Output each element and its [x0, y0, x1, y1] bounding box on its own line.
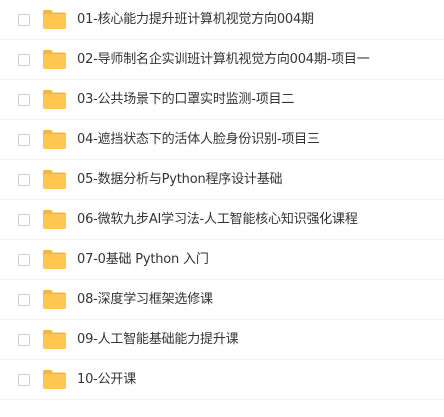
folder-name[interactable]: 10-公开课 — [77, 372, 136, 388]
folder-icon — [43, 250, 66, 269]
row-checkbox[interactable] — [18, 173, 30, 186]
row-checkbox[interactable] — [18, 373, 30, 386]
list-item[interactable]: 01-核心能力提升班计算机视觉方向004期 — [0, 0, 444, 40]
row-checkbox[interactable] — [18, 333, 30, 346]
row-checkbox[interactable] — [18, 293, 30, 306]
folder-name[interactable]: 01-核心能力提升班计算机视觉方向004期 — [77, 12, 314, 28]
list-item[interactable]: 06-微软九步AI学习法-人工智能核心知识强化课程 — [0, 200, 444, 240]
folder-icon — [43, 290, 66, 309]
folder-name[interactable]: 06-微软九步AI学习法-人工智能核心知识强化课程 — [77, 212, 358, 228]
list-item[interactable]: 04-遮挡状态下的活体人脸身份识别-项目三 — [0, 120, 444, 160]
row-checkbox[interactable] — [18, 93, 30, 106]
folder-icon — [43, 10, 66, 29]
folder-icon — [43, 170, 66, 189]
folder-name[interactable]: 04-遮挡状态下的活体人脸身份识别-项目三 — [77, 132, 320, 148]
row-checkbox[interactable] — [18, 253, 30, 266]
list-item[interactable]: 09-人工智能基础能力提升课 — [0, 320, 444, 360]
list-item[interactable]: 03-公共场景下的口罩实时监测-项目二 — [0, 80, 444, 120]
folder-icon — [43, 210, 66, 229]
row-checkbox[interactable] — [18, 133, 30, 146]
folder-icon — [43, 90, 66, 109]
row-checkbox[interactable] — [18, 13, 30, 26]
list-item[interactable]: 05-数据分析与Python程序设计基础 — [0, 160, 444, 200]
folder-name[interactable]: 07-0基础 Python 入门 — [77, 252, 209, 268]
list-item[interactable]: 02-导师制名企实训班计算机视觉方向004期-项目一 — [0, 40, 444, 80]
row-checkbox[interactable] — [18, 213, 30, 226]
folder-name[interactable]: 09-人工智能基础能力提升课 — [77, 332, 239, 348]
folder-name[interactable]: 02-导师制名企实训班计算机视觉方向004期-项目一 — [77, 52, 370, 68]
folder-icon — [43, 130, 66, 149]
list-item[interactable]: 07-0基础 Python 入门 — [0, 240, 444, 280]
folder-icon — [43, 370, 66, 389]
folder-name[interactable]: 03-公共场景下的口罩实时监测-项目二 — [77, 92, 294, 108]
list-item[interactable]: 08-深度学习框架选修课 — [0, 280, 444, 320]
folder-name[interactable]: 05-数据分析与Python程序设计基础 — [77, 172, 282, 188]
folder-icon — [43, 330, 66, 349]
folder-name[interactable]: 08-深度学习框架选修课 — [77, 292, 213, 308]
folder-icon — [43, 50, 66, 69]
folder-list: 01-核心能力提升班计算机视觉方向004期 02-导师制名企实训班计算机视觉方向… — [0, 0, 444, 417]
row-checkbox[interactable] — [18, 53, 30, 66]
list-item[interactable]: 10-公开课 — [0, 360, 444, 400]
